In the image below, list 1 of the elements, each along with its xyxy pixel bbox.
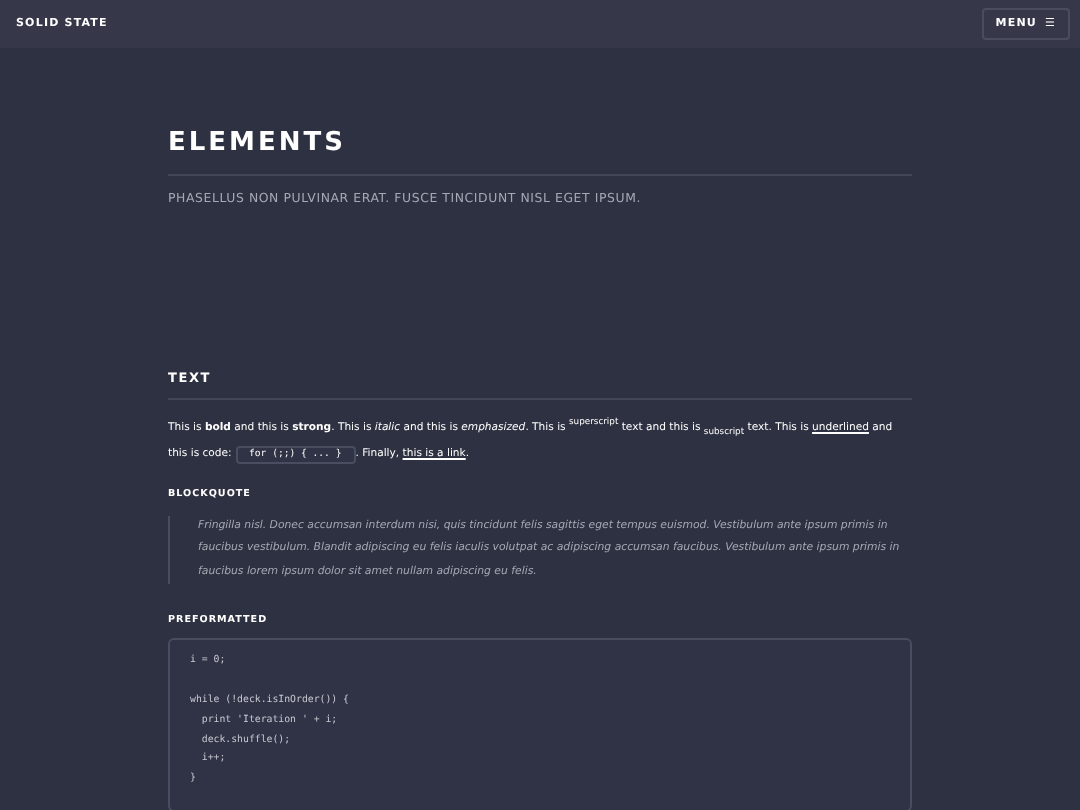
page-title: ELEMENTS: [168, 128, 348, 158]
